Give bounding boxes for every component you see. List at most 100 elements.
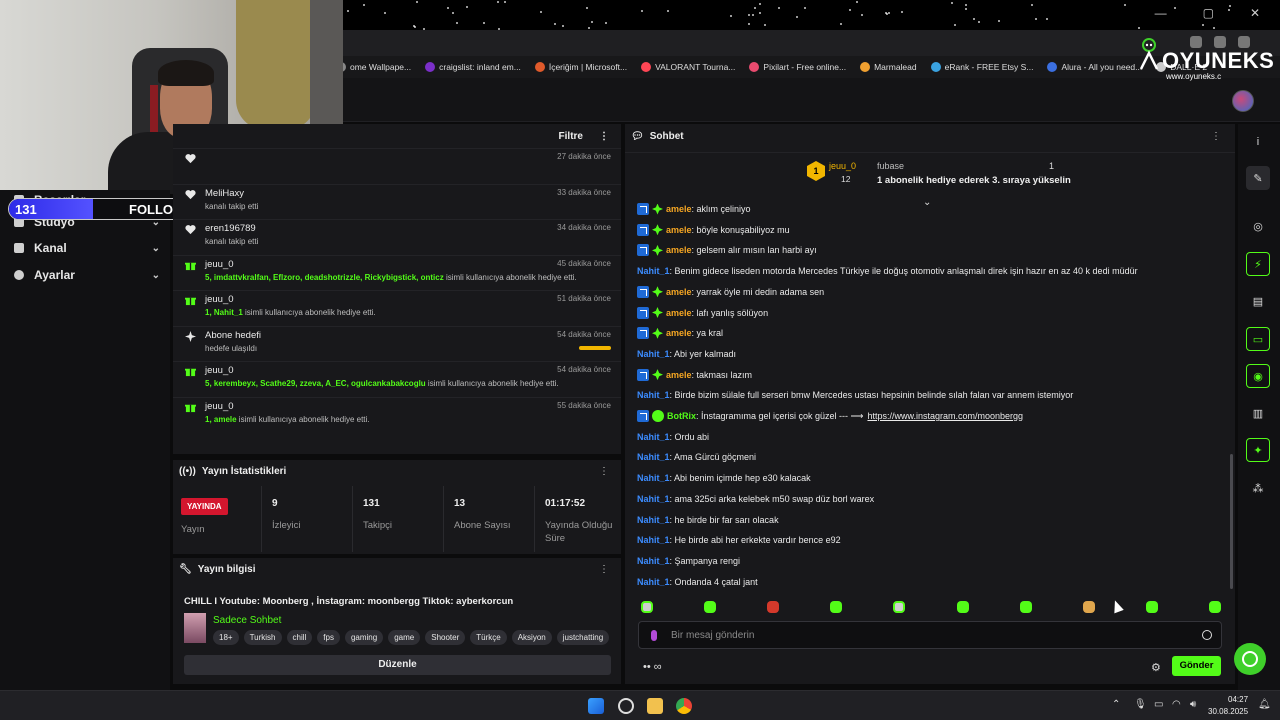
activity-username[interactable]: jeuu_0 xyxy=(205,401,234,412)
leader-username[interactable]: jeuu_0 xyxy=(829,161,856,171)
chat-input-box[interactable] xyxy=(638,621,1222,649)
chat-username[interactable]: Nahit_1 xyxy=(637,473,670,483)
maximize-icon[interactable]: ▢ xyxy=(1203,6,1214,20)
emote-icon[interactable] xyxy=(1145,601,1158,613)
emote-icon[interactable] xyxy=(830,601,843,613)
chat-username[interactable]: amele xyxy=(666,287,692,297)
more-options-icon[interactable]: ⋮ xyxy=(599,466,609,477)
chat-username[interactable]: Nahit_1 xyxy=(637,349,670,359)
emote-icon[interactable] xyxy=(1019,601,1032,613)
chat-username[interactable]: BotRix xyxy=(667,411,696,421)
emote-icon[interactable] xyxy=(1208,601,1221,613)
emote-icon[interactable] xyxy=(641,601,653,613)
emote-icon[interactable] xyxy=(704,601,717,613)
filter-button[interactable]: Filtre xyxy=(559,131,583,142)
bookmark-item[interactable]: ome Wallpape... xyxy=(336,62,411,72)
chat-username[interactable]: amele xyxy=(666,245,692,255)
bookmark-item[interactable]: Pixilart - Free online... xyxy=(749,62,846,72)
printer-icon[interactable]: ▥ xyxy=(1246,401,1270,425)
send-button[interactable]: Gönder xyxy=(1172,656,1221,676)
emote-icon[interactable] xyxy=(767,601,780,613)
chat-icon[interactable]: ▭ xyxy=(1246,327,1270,351)
chat-username[interactable]: amele xyxy=(666,370,692,380)
chat-username[interactable]: amele xyxy=(666,225,692,235)
chat-username[interactable]: Nahit_1 xyxy=(637,535,670,545)
user-avatar[interactable] xyxy=(1232,90,1254,112)
emote-icon[interactable] xyxy=(956,601,969,613)
category-link[interactable]: Sadece Sohbet xyxy=(213,615,281,626)
activity-username[interactable]: jeuu_0 xyxy=(205,259,234,270)
close-icon[interactable]: ✕ xyxy=(1250,6,1260,20)
pencil-icon[interactable]: ✎ xyxy=(1246,166,1270,190)
info-icon[interactable]: i xyxy=(1246,130,1270,154)
support-button[interactable] xyxy=(1234,643,1266,675)
tag-chip[interactable]: game xyxy=(388,630,421,645)
bookmark-item[interactable]: Alura - All you need... xyxy=(1047,62,1142,72)
bookmark-item[interactable]: VALORANT Tourna... xyxy=(641,62,735,72)
tag-chip[interactable]: justchatting xyxy=(556,630,610,645)
tag-chip[interactable]: Shooter xyxy=(425,630,466,645)
microphone-icon[interactable] xyxy=(651,630,657,641)
lightning-icon[interactable]: ⚡︎ xyxy=(1246,252,1270,276)
chat-message-input[interactable] xyxy=(671,626,1191,644)
tag-chip[interactable]: fps xyxy=(317,630,340,645)
chat-username[interactable]: Nahit_1 xyxy=(637,432,670,442)
tag-chip[interactable]: chill xyxy=(286,630,313,645)
tag-chip[interactable]: gaming xyxy=(344,630,384,645)
microphone-icon[interactable]: 🎙︎ xyxy=(1134,699,1147,710)
battery-icon[interactable]: ▭ xyxy=(1154,699,1163,710)
activity-username[interactable]: jeuu_0 xyxy=(205,365,234,376)
wifi-icon[interactable]: ◠ xyxy=(1172,699,1181,710)
wrench-icon[interactable]: ✦ xyxy=(1246,438,1270,462)
activity-username[interactable]: Abone hedefi xyxy=(205,330,261,341)
tag-chip[interactable]: Aksiyon xyxy=(511,630,552,645)
bookmark-item[interactable]: İçeriğim | Microsoft... xyxy=(534,62,627,72)
tray-chevron-icon[interactable]: ⌃ xyxy=(1112,699,1120,710)
second-username[interactable]: fubase xyxy=(877,161,904,171)
taskbar-clock[interactable]: 04:27 30.08.2025 xyxy=(1208,694,1248,718)
chat-tools-icon[interactable]: •• ∞ xyxy=(643,661,662,673)
nav-item-settings[interactable]: Ayarlar ⌄ xyxy=(14,265,160,285)
bookmark-item[interactable]: Marmalead xyxy=(860,62,917,72)
activity-username[interactable]: jeuu_0 xyxy=(205,294,234,305)
notification-icon[interactable]: 🔔︎ xyxy=(1258,699,1271,710)
dots-icon[interactable]: ⁂ xyxy=(1246,476,1270,500)
activity-username[interactable]: eren196789 xyxy=(205,223,256,234)
chat-username[interactable]: Nahit_1 xyxy=(637,577,670,587)
chat-username[interactable]: Nahit_1 xyxy=(637,556,670,566)
target-icon[interactable]: ◎ xyxy=(1246,214,1270,238)
chat-username[interactable]: Nahit_1 xyxy=(637,452,670,462)
chat-username[interactable]: Nahit_1 xyxy=(637,266,670,276)
minimize-icon[interactable]: — xyxy=(1155,6,1167,20)
broadcast-icon[interactable]: ◉ xyxy=(1246,364,1270,388)
chat-username[interactable]: amele xyxy=(666,308,692,318)
more-options-icon[interactable]: ⋮ xyxy=(599,564,609,575)
tag-chip[interactable]: Türkçe xyxy=(470,630,507,645)
chat-username[interactable]: Nahit_1 xyxy=(637,515,670,525)
activity-username[interactable]: MeliHaxy xyxy=(205,188,244,199)
emote-icon[interactable] xyxy=(1082,601,1095,613)
gear-icon[interactable]: ⚙ xyxy=(1151,661,1161,674)
bookmark-item[interactable]: eRank - FREE Etsy S... xyxy=(930,62,1033,72)
emote-icon[interactable] xyxy=(893,601,906,613)
tag-chip[interactable]: Turkish xyxy=(243,630,282,645)
chat-username[interactable]: amele xyxy=(666,328,692,338)
search-icon[interactable] xyxy=(618,698,634,714)
volume-icon[interactable]: 🔊︎ xyxy=(1190,699,1196,710)
more-options-icon[interactable]: ⋮ xyxy=(1211,131,1221,142)
document-icon[interactable]: ▤ xyxy=(1246,289,1270,313)
tag-chip[interactable]: 18+ xyxy=(213,630,239,645)
emoji-picker-icon[interactable] xyxy=(1202,630,1212,640)
edit-button[interactable]: Düzenle xyxy=(184,655,611,675)
nav-item-channel[interactable]: Kanal ⌄ xyxy=(14,238,160,258)
chat-link[interactable]: https://www.instagram.com/moonbergg xyxy=(867,411,1023,421)
bookmark-item[interactable]: craigslist: inland em... xyxy=(425,62,521,72)
more-options-icon[interactable]: ⋮ xyxy=(599,131,609,142)
chat-username[interactable]: Nahit_1 xyxy=(637,390,670,400)
chat-scrollbar[interactable] xyxy=(1230,454,1233,589)
chat-username[interactable]: Nahit_1 xyxy=(637,494,670,504)
file-explorer-icon[interactable] xyxy=(647,698,663,714)
windows-start-icon[interactable] xyxy=(588,698,604,714)
chat-username[interactable]: amele xyxy=(666,204,692,214)
chrome-icon[interactable] xyxy=(676,698,692,714)
